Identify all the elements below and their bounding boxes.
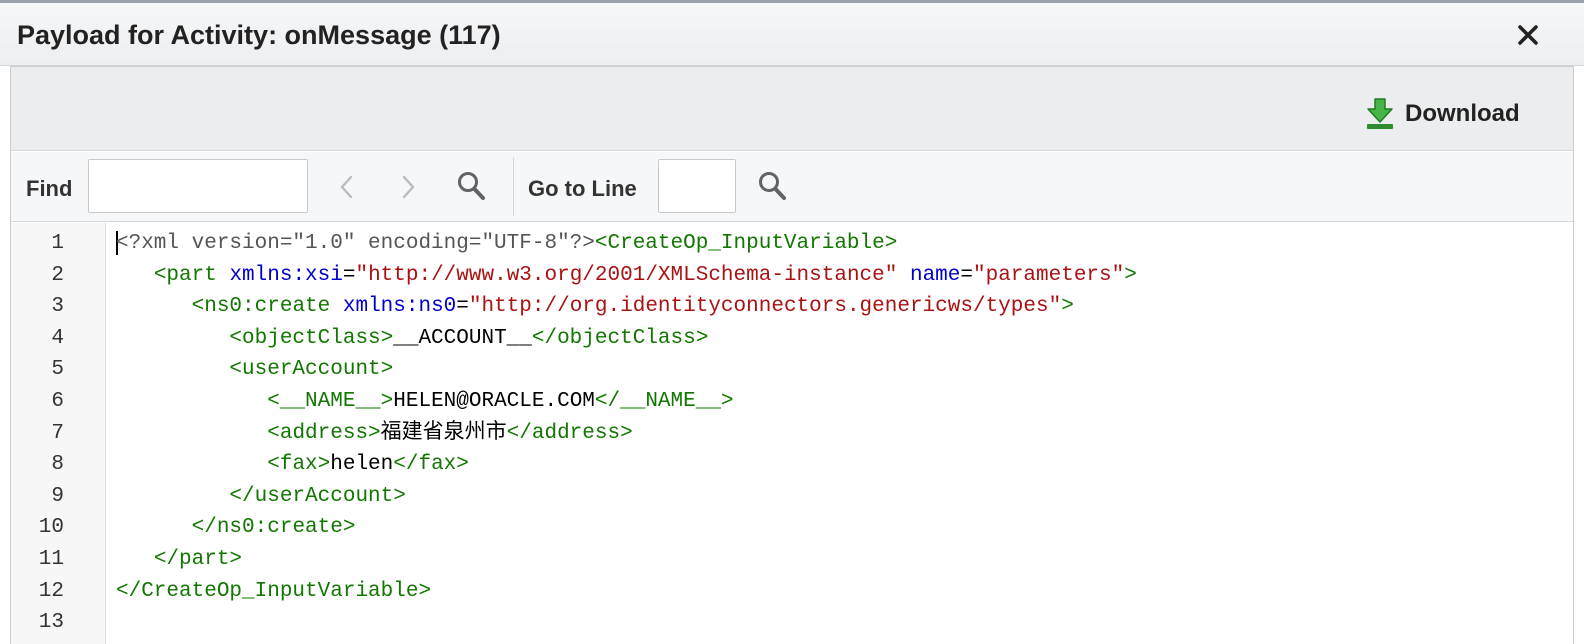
find-input[interactable]: [88, 159, 308, 213]
code-line: </userAccount>: [116, 481, 406, 513]
download-label: Download: [1405, 100, 1520, 127]
code-token: helen: [330, 453, 394, 477]
code-token: <address>: [267, 421, 381, 445]
line-number: 8: [51, 453, 64, 477]
code-token: </CreateOp_InputVariable>: [116, 579, 432, 603]
code-token: </userAccount>: [229, 484, 406, 508]
code-token: <?xml version="1.0" encoding="UTF-8"?>: [116, 232, 595, 255]
payload-dialog: Payload for Activity: onMessage (117) Do…: [0, 0, 1584, 644]
close-icon: [1518, 25, 1538, 45]
download-button[interactable]: Download: [1365, 97, 1520, 131]
code-token: </ns0:create>: [191, 516, 356, 540]
find-label: Find: [26, 176, 73, 201]
code-line: <userAccount>: [116, 354, 393, 386]
code-line: </part>: [116, 544, 242, 576]
goto-line-input[interactable]: [658, 159, 736, 213]
code-token: >: [1124, 263, 1137, 287]
code-token: xmlns:ns0: [342, 295, 457, 319]
line-number: 2: [51, 263, 64, 287]
code-token: <CreateOp_InputVariable>: [594, 232, 898, 255]
code-token: <__NAME__>: [267, 390, 394, 413]
code-token: <part: [153, 263, 230, 287]
code-editor[interactable]: 1 2 3 4 5 6 7 8 9 10 11 12 13 <?xml version="1.0" en…: [11, 223, 1573, 644]
find-bar: Find Go to Line: [11, 152, 1573, 222]
code-token: >: [1061, 295, 1074, 319]
code-token: </objectClass>: [531, 326, 709, 350]
goto-line-label: Go to Line: [528, 176, 637, 201]
line-number: 10: [38, 516, 64, 540]
code-token: <userAccount>: [229, 358, 394, 382]
code-line: <?xml version="1.0" encoding="UTF-8"?><C…: [116, 228, 897, 260]
line-number: 11: [38, 548, 64, 571]
code-line: <ns0:create xmlns:ns0="http://org.identi…: [116, 291, 1074, 323]
chevron-left-icon: [340, 175, 353, 199]
code-token: __ACCOUNT__: [393, 326, 532, 350]
code-line: <__NAME__>HELEN@ORACLE.COM</__NAME__>: [116, 386, 734, 418]
line-number: 4: [51, 326, 64, 350]
code-token: =: [456, 295, 469, 319]
line-number-gutter: 1 2 3 4 5 6 7 8 9 10 11 12 13: [11, 223, 106, 644]
code-line: <address>福建省泉州市</address>: [116, 418, 633, 450]
code-token: xmlns:xsi: [229, 263, 343, 287]
code-token: </address>: [506, 421, 633, 445]
code-line: <fax>helen</fax>: [116, 449, 469, 481]
findbar-divider: [513, 158, 514, 216]
code-token: </fax>: [393, 453, 469, 477]
line-number: 13: [38, 611, 64, 635]
close-button[interactable]: [1510, 17, 1546, 53]
code-token: 福建省泉州市: [380, 421, 507, 445]
code-line: <part xmlns:xsi="http://www.w3.org/2001/…: [116, 260, 1137, 292]
find-next-button[interactable]: [393, 170, 423, 204]
code-token: =: [960, 263, 973, 287]
line-number: 6: [51, 390, 64, 413]
code-token: =: [342, 263, 356, 287]
code-line: </CreateOp_InputVariable>: [116, 576, 431, 608]
code-line: </ns0:create>: [116, 512, 356, 544]
line-number: 9: [51, 484, 64, 508]
code-token: <fax>: [267, 453, 331, 477]
code-token: HELEN@ORACLE.COM: [393, 390, 595, 413]
code-token: "parameters": [973, 263, 1125, 287]
search-icon: [759, 172, 786, 200]
code-token: <ns0:create: [191, 295, 343, 319]
find-previous-button[interactable]: [332, 170, 362, 204]
line-number: 12: [38, 579, 64, 603]
code-token: </__NAME__>: [594, 390, 734, 413]
code-token: "http://org.identityconnectors.genericws…: [468, 295, 1062, 319]
code-line: <objectClass>__ACCOUNT__</objectClass>: [116, 323, 708, 355]
line-number: 5: [51, 358, 64, 382]
download-arrow-icon: [1367, 98, 1393, 129]
dialog-titlebar: Payload for Activity: onMessage (117): [0, 3, 1584, 66]
payload-toolbar: Download: [11, 67, 1573, 151]
code-token: "http://www.w3.org/2001/XMLSchema-instan…: [355, 263, 898, 287]
code-token: </part>: [153, 548, 243, 571]
line-number: 7: [51, 421, 64, 445]
goto-line-button[interactable]: [755, 168, 789, 204]
line-number: 1: [51, 232, 64, 255]
code-token: <objectClass>: [229, 326, 394, 350]
find-search-button[interactable]: [454, 168, 488, 204]
code-token: name: [909, 263, 961, 287]
search-icon: [458, 172, 485, 200]
dialog-title: Payload for Activity: onMessage (117): [17, 20, 501, 50]
chevron-right-icon: [402, 175, 415, 199]
line-number: 3: [51, 295, 64, 319]
